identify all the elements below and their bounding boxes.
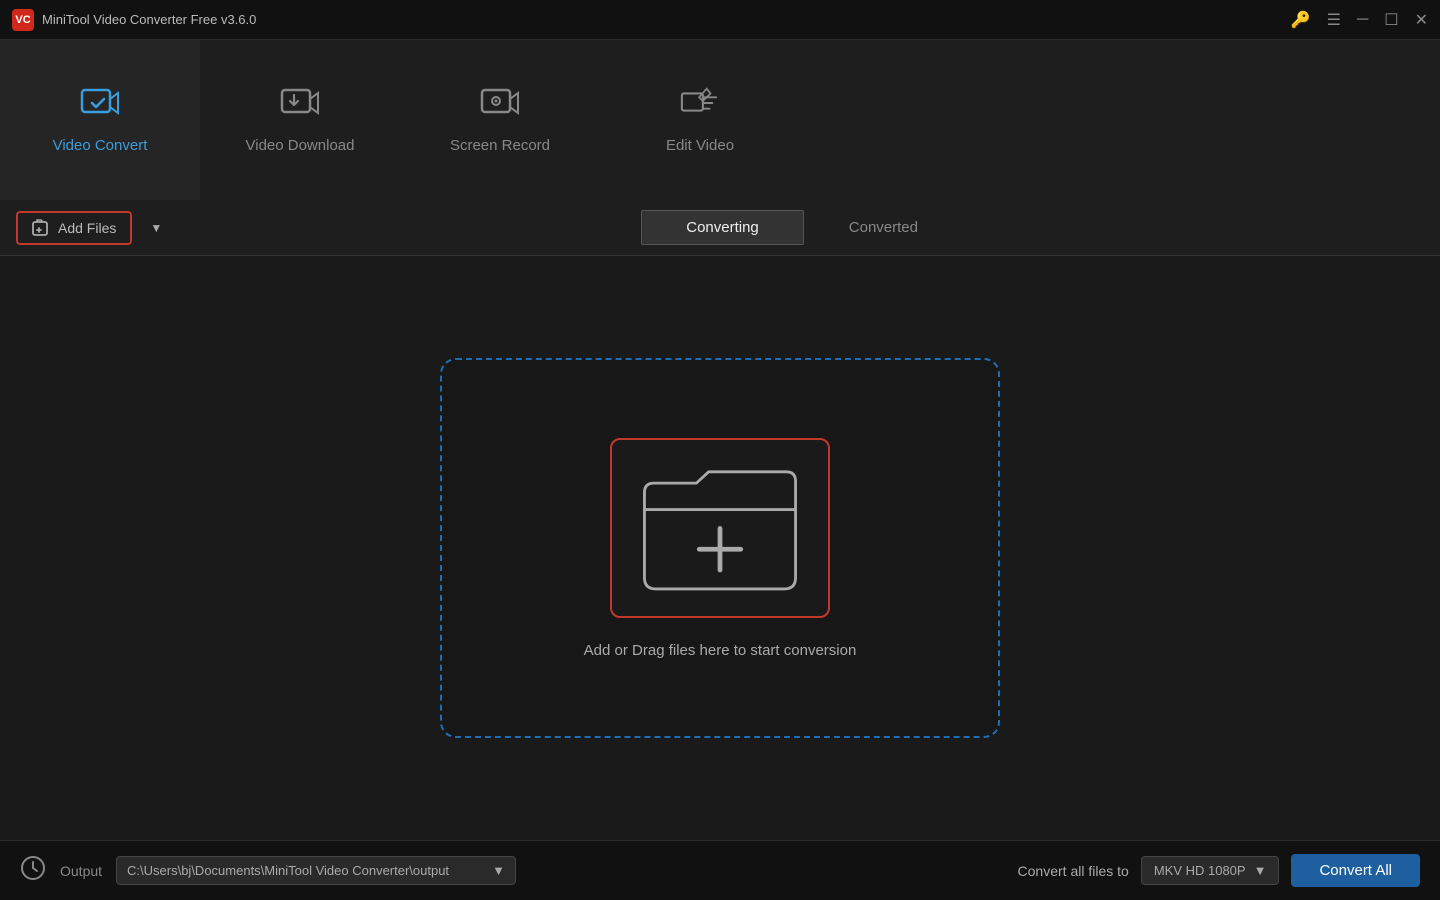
add-files-icon <box>32 219 50 237</box>
drop-zone[interactable]: Add or Drag files here to start conversi… <box>440 358 1000 738</box>
format-label: MKV HD 1080P <box>1154 863 1246 878</box>
output-path-text: C:\Users\bj\Documents\MiniTool Video Con… <box>127 863 449 878</box>
minimize-button[interactable]: ─ <box>1357 11 1368 29</box>
maximize-button[interactable]: ☐ <box>1384 10 1398 30</box>
tab-converted[interactable]: Converted <box>804 210 963 245</box>
format-dropdown-arrow: ▼ <box>1254 863 1267 878</box>
screen-record-icon <box>480 85 520 127</box>
main-content: Add or Drag files here to start conversi… <box>0 256 1440 840</box>
tab-screen-record-label: Screen Record <box>450 137 550 154</box>
drop-hint-text: Add or Drag files here to start conversi… <box>584 642 857 659</box>
app-title: MiniTool Video Converter Free v3.6.0 <box>42 12 256 27</box>
footer-right: Convert all files to MKV HD 1080P ▼ Conv… <box>1018 854 1420 887</box>
tab-edit-video-label: Edit Video <box>666 137 734 154</box>
nav-tabs: Video Convert Video Download Screen Reco… <box>0 40 1440 200</box>
close-button[interactable]: ✕ <box>1415 10 1428 30</box>
app-logo: VC <box>12 9 34 31</box>
tab-screen-record[interactable]: Screen Record <box>400 40 600 200</box>
tab-video-convert-label: Video Convert <box>53 137 148 154</box>
clock-icon[interactable] <box>20 855 46 887</box>
titlebar-controls: 🔑 ☰ ─ ☐ ✕ <box>1291 10 1428 30</box>
folder-add-icon <box>635 453 805 603</box>
add-files-label: Add Files <box>58 220 116 236</box>
folder-icon-container <box>610 438 830 618</box>
video-convert-icon <box>80 85 120 127</box>
tab-video-download[interactable]: Video Download <box>200 40 400 200</box>
sub-tabs: Converting Converted <box>641 210 963 245</box>
menu-icon[interactable]: ☰ <box>1327 10 1341 30</box>
tab-converting[interactable]: Converting <box>641 210 804 245</box>
titlebar: VC MiniTool Video Converter Free v3.6.0 … <box>0 0 1440 40</box>
tab-edit-video[interactable]: Edit Video <box>600 40 800 200</box>
add-files-button[interactable]: Add Files <box>16 211 132 245</box>
toolbar: Add Files ▼ Converting Converted <box>0 200 1440 256</box>
key-icon[interactable]: 🔑 <box>1291 10 1311 30</box>
edit-video-icon <box>680 85 720 127</box>
output-path-dropdown-arrow: ▼ <box>492 863 505 878</box>
titlebar-left: VC MiniTool Video Converter Free v3.6.0 <box>12 9 256 31</box>
convert-all-button[interactable]: Convert All <box>1291 854 1420 887</box>
video-download-icon <box>280 85 320 127</box>
convert-all-files-label: Convert all files to <box>1018 863 1129 879</box>
tab-video-convert[interactable]: Video Convert <box>0 40 200 200</box>
add-files-dropdown[interactable]: ▼ <box>144 217 168 239</box>
format-selector[interactable]: MKV HD 1080P ▼ <box>1141 856 1280 885</box>
output-label: Output <box>60 863 102 879</box>
footer: Output C:\Users\bj\Documents\MiniTool Vi… <box>0 840 1440 900</box>
tab-video-download-label: Video Download <box>246 137 355 154</box>
output-path-selector[interactable]: C:\Users\bj\Documents\MiniTool Video Con… <box>116 856 516 885</box>
